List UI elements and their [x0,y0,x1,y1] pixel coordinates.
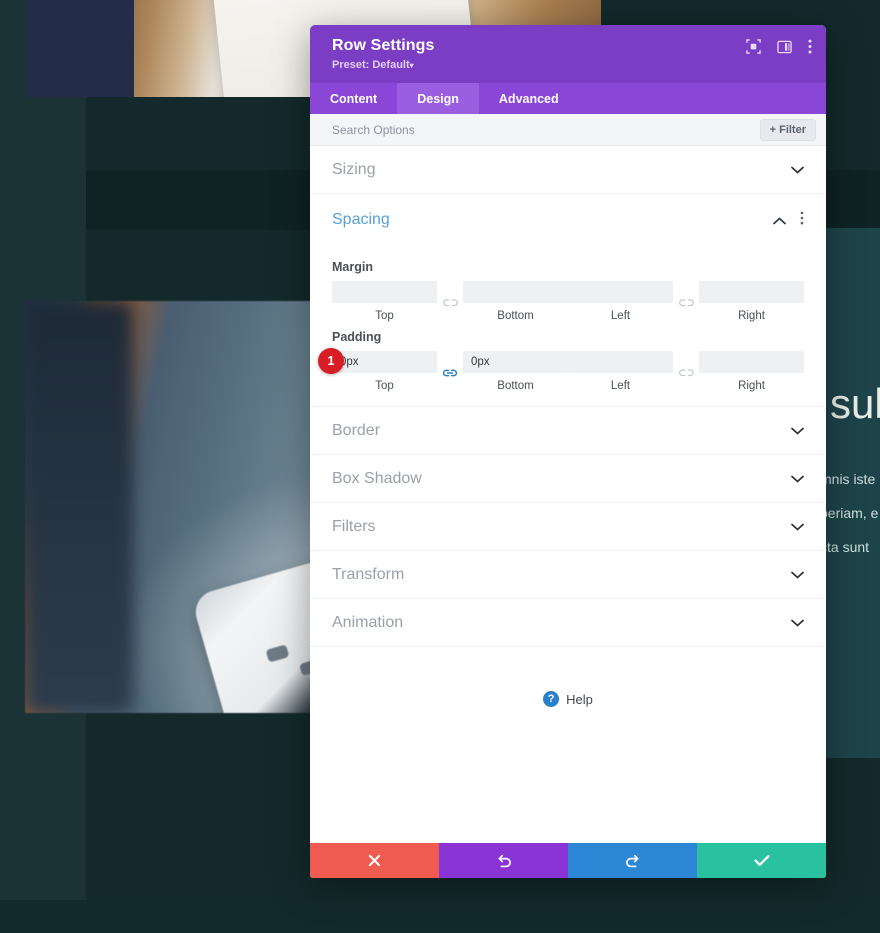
margin-left-cell: Left [568,281,673,322]
margin-right-input[interactable] [699,281,804,303]
margin-top-input[interactable] [332,281,437,303]
page-body-line: cta sunt [820,539,870,555]
padding-right-cell: Right [699,351,804,392]
section-spacing-actions [773,211,804,230]
page-body-line: periam, e [820,505,879,521]
section-animation[interactable]: Animation [310,599,826,647]
unlink-icon[interactable] [673,365,699,379]
modal-header: Row Settings Preset: Default▾ [310,25,826,83]
chevron-down-icon: ▾ [409,61,414,70]
help-label: Help [566,691,593,707]
page-body-text: mnis iste periam, e cta sunt [820,462,878,564]
margin-bottom-cell: Bottom [463,281,568,322]
padding-left-input[interactable] [568,351,673,373]
help-icon: ? [543,691,560,707]
page-heading: subt [830,380,880,427]
section-border-label: Border [332,421,381,439]
search-bar: + Filter [310,114,826,146]
section-spacing-label: Spacing [332,211,390,228]
padding-fields: 1 Top Bottom [318,348,804,392]
filter-button[interactable]: + Filter [759,118,816,141]
chevron-down-icon [791,520,804,533]
modal-title: Row Settings [332,37,435,54]
padding-bottom-input[interactable] [463,351,568,373]
padding-left-cell: Left [568,351,673,392]
margin-bottom-caption: Bottom [497,310,534,322]
padding-label: Padding [332,330,382,344]
padding-bottom-cell: Bottom [463,351,568,392]
tab-content[interactable]: Content [310,83,397,114]
modal-tabs: Content Design Advanced [310,83,826,114]
settings-list: Sizing Spacing Margin Top Bottom Left Ri… [310,146,826,843]
focus-icon[interactable] [746,39,761,54]
step-badge: 1 [318,348,344,374]
margin-bottom-input[interactable] [463,281,568,303]
padding-top-caption: Top [375,380,394,392]
section-box-shadow[interactable]: Box Shadow [310,455,826,503]
margin-right-caption: Right [738,310,765,322]
page-body-line: mnis iste [820,471,876,487]
margin-left-input[interactable] [568,281,673,303]
search-input[interactable] [332,122,632,137]
modal-footer [310,843,826,878]
section-transform-label: Transform [332,565,405,583]
section-filters-label: Filters [332,517,376,535]
padding-top-bottom-pair: Top Bottom [332,351,568,392]
section-sizing[interactable]: Sizing [310,146,826,194]
margin-top-cell: Top [332,281,437,322]
more-vertical-icon[interactable] [800,211,804,230]
undo-button[interactable] [439,843,568,878]
modal-header-actions [746,39,812,54]
chevron-down-icon [791,616,804,629]
tab-design[interactable]: Design [397,83,479,114]
link-icon[interactable] [437,364,463,379]
page-footer-strip [0,900,880,933]
layout-panel-icon[interactable] [777,40,792,54]
section-transform[interactable]: Transform [310,551,826,599]
more-vertical-icon[interactable] [808,39,812,54]
padding-bottom-caption: Bottom [497,380,534,392]
padding-left-caption: Left [610,380,631,392]
help-link[interactable]: ? Help [310,647,826,707]
margin-right-cell: Right [699,281,804,322]
margin-label: Margin [332,260,373,274]
padding-right-caption: Right [738,380,765,392]
tab-advanced[interactable]: Advanced [479,83,579,114]
chevron-down-icon [791,163,804,176]
padding-top-cell: Top [332,351,437,392]
section-spacing[interactable]: Spacing [310,194,826,246]
margin-left-caption: Left [610,310,631,322]
section-sizing-label: Sizing [332,160,376,178]
redo-button[interactable] [568,843,697,878]
chevron-down-icon [791,472,804,485]
section-filters[interactable]: Filters [310,503,826,551]
padding-right-input[interactable] [699,351,804,373]
section-border[interactable]: Border [310,407,826,455]
preset-selector[interactable]: Preset: Default▾ [332,59,808,71]
section-box-shadow-label: Box Shadow [332,469,422,487]
padding-top-input[interactable] [332,351,437,373]
unlink-icon[interactable] [673,295,699,309]
section-animation-label: Animation [332,613,404,631]
chevron-down-icon [791,424,804,437]
spacing-controls: Margin Top Bottom Left Right Padding 1 0… [310,246,826,407]
margin-left-right-pair: Left Right [568,281,804,322]
save-button[interactable] [697,843,826,878]
unlink-icon[interactable] [437,295,463,309]
photo-blur-column [25,301,134,713]
preset-label: Preset: Default [332,59,410,71]
margin-fields: Top Bottom Left Right [332,281,804,322]
margin-top-bottom-pair: Top Bottom [332,281,568,322]
row-settings-modal: Row Settings Preset: Default▾ Content De… [310,25,826,878]
margin-top-caption: Top [375,310,394,322]
padding-left-right-pair: Left Right [568,351,804,392]
chevron-down-icon [791,568,804,581]
cancel-button[interactable] [310,843,439,878]
chevron-up-icon[interactable] [773,214,786,227]
